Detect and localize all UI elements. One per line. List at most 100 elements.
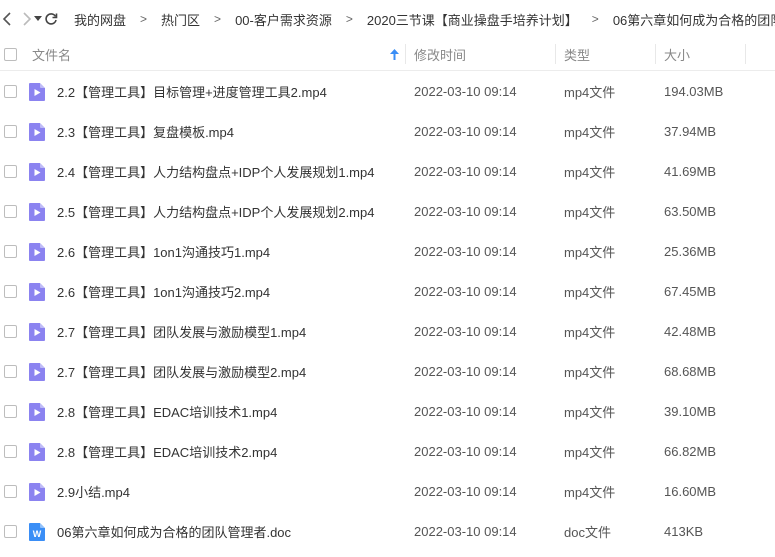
row-checkbox[interactable] [4, 325, 17, 338]
column-header-size-label: 大小 [664, 47, 691, 63]
table-row[interactable]: 2.5【管理工具】人力结构盘点+IDP个人发展规划2.mp4 2022-03-10… [0, 191, 775, 231]
file-name[interactable]: 2.7【管理工具】团队发展与激励模型1.mp4 [57, 311, 306, 351]
breadcrumb-item-customer-resources[interactable]: 00-客户需求资源 [233, 10, 334, 29]
table-row[interactable]: 2.4【管理工具】人力结构盘点+IDP个人发展规划1.mp4 2022-03-10… [0, 151, 775, 191]
video-file-icon [29, 163, 45, 181]
file-type: mp4文件 [564, 204, 616, 220]
table-row[interactable]: 2.7【管理工具】团队发展与激励模型2.mp4 2022-03-10 09:14 m… [0, 351, 775, 391]
file-modified-time: 2022-03-10 09:14 [414, 443, 517, 459]
file-modified-time: 2022-03-10 09:14 [414, 163, 517, 179]
file-modified-time: 2022-03-10 09:14 [414, 283, 517, 299]
file-type: mp4文件 [564, 404, 616, 420]
breadcrumb-item-current-folder[interactable]: 06第六章如何成为合格的团队 [611, 10, 775, 29]
table-row[interactable]: 2.6【管理工具】1on1沟通技巧2.mp4 2022-03-10 09:14 mp… [0, 271, 775, 311]
table-row[interactable]: 2.8【管理工具】EDAC培训技术1.mp4 2022-03-10 09:14 mp… [0, 391, 775, 431]
select-all-checkbox[interactable] [4, 48, 17, 61]
file-name[interactable]: 2.8【管理工具】EDAC培训技术1.mp4 [57, 391, 277, 431]
video-file-icon [29, 83, 45, 101]
row-checkbox[interactable] [4, 285, 17, 298]
file-modified-time: 2022-03-10 09:14 [414, 243, 517, 259]
column-divider[interactable] [745, 44, 746, 64]
file-name[interactable]: 2.2【管理工具】目标管理+进度管理工具2.mp4 [57, 71, 327, 111]
file-type: mp4文件 [564, 284, 616, 300]
file-size: 42.48MB [664, 323, 717, 339]
file-size: 37.94MB [664, 123, 717, 139]
sort-arrow-up-icon[interactable] [390, 49, 399, 60]
video-file-icon [29, 203, 45, 221]
column-header-modified-label: 修改时间 [414, 47, 467, 63]
file-name[interactable]: 06第六章如何成为合格的团队管理者.doc [57, 511, 291, 551]
file-type: mp4文件 [564, 324, 616, 340]
row-checkbox[interactable] [4, 525, 17, 538]
file-size: 413KB [664, 523, 704, 539]
breadcrumb-item-my-drive[interactable]: 我的网盘 [72, 10, 128, 29]
column-header-type[interactable]: 类型 [564, 38, 590, 70]
forward-button[interactable] [22, 7, 32, 31]
file-name[interactable]: 2.4【管理工具】人力结构盘点+IDP个人发展规划1.mp4 [57, 151, 374, 191]
video-file-icon [29, 323, 45, 341]
table-row[interactable]: 2.7【管理工具】团队发展与激励模型1.mp4 2022-03-10 09:14 m… [0, 311, 775, 351]
file-type: mp4文件 [564, 244, 616, 260]
caret-down-icon [34, 16, 42, 21]
word-doc-icon: W [29, 523, 45, 541]
video-file-icon [29, 283, 45, 301]
row-checkbox[interactable] [4, 205, 17, 218]
file-type: doc文件 [564, 524, 611, 540]
table-row[interactable]: 2.6【管理工具】1on1沟通技巧1.mp4 2022-03-10 09:14 mp… [0, 231, 775, 271]
file-modified-time: 2022-03-10 09:14 [414, 83, 517, 99]
file-name[interactable]: 2.8【管理工具】EDAC培训技术2.mp4 [57, 431, 277, 471]
file-size: 68.68MB [664, 363, 717, 379]
file-name[interactable]: 2.6【管理工具】1on1沟通技巧1.mp4 [57, 231, 270, 271]
file-modified-time: 2022-03-10 09:14 [414, 363, 517, 379]
file-modified-time: 2022-03-10 09:14 [414, 483, 517, 499]
file-name[interactable]: 2.5【管理工具】人力结构盘点+IDP个人发展规划2.mp4 [57, 191, 374, 231]
table-row[interactable]: 2.8【管理工具】EDAC培训技术2.mp4 2022-03-10 09:14 mp… [0, 431, 775, 471]
back-button[interactable] [2, 7, 12, 31]
table-row[interactable]: 2.2【管理工具】目标管理+进度管理工具2.mp4 2022-03-10 09:1… [0, 71, 775, 111]
row-checkbox[interactable] [4, 85, 17, 98]
row-checkbox[interactable] [4, 445, 17, 458]
breadcrumb-separator: > [214, 12, 222, 26]
breadcrumb-item-course[interactable]: 2020三节课【商业操盘手培养计划】 [365, 10, 580, 29]
file-type: mp4文件 [564, 484, 616, 500]
file-modified-time: 2022-03-10 09:14 [414, 523, 517, 539]
file-modified-time: 2022-03-10 09:14 [414, 403, 517, 419]
video-file-icon [29, 403, 45, 421]
video-file-icon [29, 483, 45, 501]
table-row[interactable]: W 06第六章如何成为合格的团队管理者.doc 2022-03-10 09:14 do… [0, 511, 775, 551]
row-checkbox[interactable] [4, 405, 17, 418]
column-divider[interactable] [655, 44, 656, 64]
file-name[interactable]: 2.7【管理工具】团队发展与激励模型2.mp4 [57, 351, 306, 391]
row-checkbox[interactable] [4, 485, 17, 498]
chevron-right-icon [23, 12, 32, 26]
refresh-button[interactable] [44, 7, 58, 31]
table-row[interactable]: 2.9小结.mp4 2022-03-10 09:14 mp4文件 16.60MB [0, 471, 775, 511]
file-name[interactable]: 2.6【管理工具】1on1沟通技巧2.mp4 [57, 271, 270, 311]
breadcrumb-separator: > [591, 12, 599, 26]
word-doc-letter: W [33, 529, 42, 539]
file-name[interactable]: 2.3【管理工具】复盘模板.mp4 [57, 111, 234, 151]
file-modified-time: 2022-03-10 09:14 [414, 323, 517, 339]
row-checkbox[interactable] [4, 365, 17, 378]
row-checkbox[interactable] [4, 245, 17, 258]
column-divider[interactable] [555, 44, 556, 64]
row-checkbox[interactable] [4, 165, 17, 178]
video-file-icon [29, 363, 45, 381]
row-checkbox[interactable] [4, 125, 17, 138]
file-size: 67.45MB [664, 283, 717, 299]
file-modified-time: 2022-03-10 09:14 [414, 203, 517, 219]
column-header-size[interactable]: 大小 [664, 38, 690, 70]
column-header-modified[interactable]: 修改时间 [414, 38, 466, 70]
file-size: 63.50MB [664, 203, 717, 219]
file-name[interactable]: 2.9小结.mp4 [57, 471, 130, 511]
column-header-name[interactable]: 文件名 [32, 38, 71, 70]
refresh-icon [45, 13, 58, 25]
column-divider[interactable] [405, 44, 406, 64]
breadcrumb-item-hot-zone[interactable]: 热门区 [159, 10, 202, 29]
file-type: mp4文件 [564, 124, 616, 140]
file-size: 66.82MB [664, 443, 717, 459]
history-dropdown-button[interactable] [34, 7, 42, 31]
table-row[interactable]: 2.3【管理工具】复盘模板.mp4 2022-03-10 09:14 mp4文件 37… [0, 111, 775, 151]
chevron-left-icon [2, 12, 11, 26]
video-file-icon [29, 123, 45, 141]
